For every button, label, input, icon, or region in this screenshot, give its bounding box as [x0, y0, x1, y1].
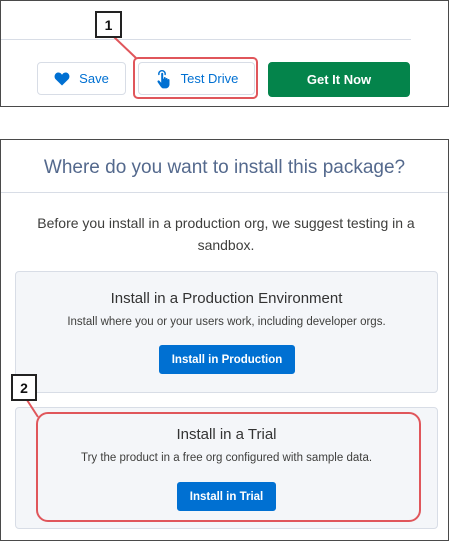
intro-text: Before you install in a production org, … — [37, 215, 415, 253]
test-drive-label: Test Drive — [180, 71, 239, 86]
get-it-now-label: Get It Now — [306, 72, 372, 87]
production-description: Install where you or your users work, in… — [67, 316, 386, 328]
install-dialog: Where do you want to install this packag… — [0, 139, 449, 541]
divider — [1, 39, 411, 40]
dialog-title: Where do you want to install this packag… — [43, 157, 406, 178]
install-in-production-label: Install in Production — [171, 353, 283, 366]
save-label: Save — [79, 71, 109, 86]
heart-icon — [54, 71, 70, 86]
step-1-number: 1 — [104, 16, 113, 33]
dialog-header: Where do you want to install this packag… — [1, 140, 448, 193]
save-button[interactable]: Save — [37, 62, 126, 95]
production-title: Install in a Production Environment — [110, 290, 343, 307]
install-in-production-button[interactable]: Install in Production — [159, 345, 295, 374]
step-2-number: 2 — [20, 379, 28, 396]
get-it-now-button[interactable]: Get It Now — [268, 62, 410, 97]
test-drive-button[interactable]: Test Drive — [138, 62, 255, 95]
step-1-badge: 1 — [95, 11, 122, 38]
install-in-trial-button[interactable]: Install in Trial — [177, 482, 276, 511]
trial-description: Try the product in a free org configured… — [80, 452, 373, 464]
touch-hand-icon — [155, 69, 171, 89]
step-2-badge: 2 — [11, 374, 37, 401]
trial-title: Install in a Trial — [176, 426, 277, 443]
install-in-trial-label: Install in Trial — [189, 490, 264, 503]
production-option-card: Install in a Production Environment Inst… — [15, 271, 438, 393]
trial-option-card: Install in a Trial Try the product in a … — [15, 407, 438, 529]
